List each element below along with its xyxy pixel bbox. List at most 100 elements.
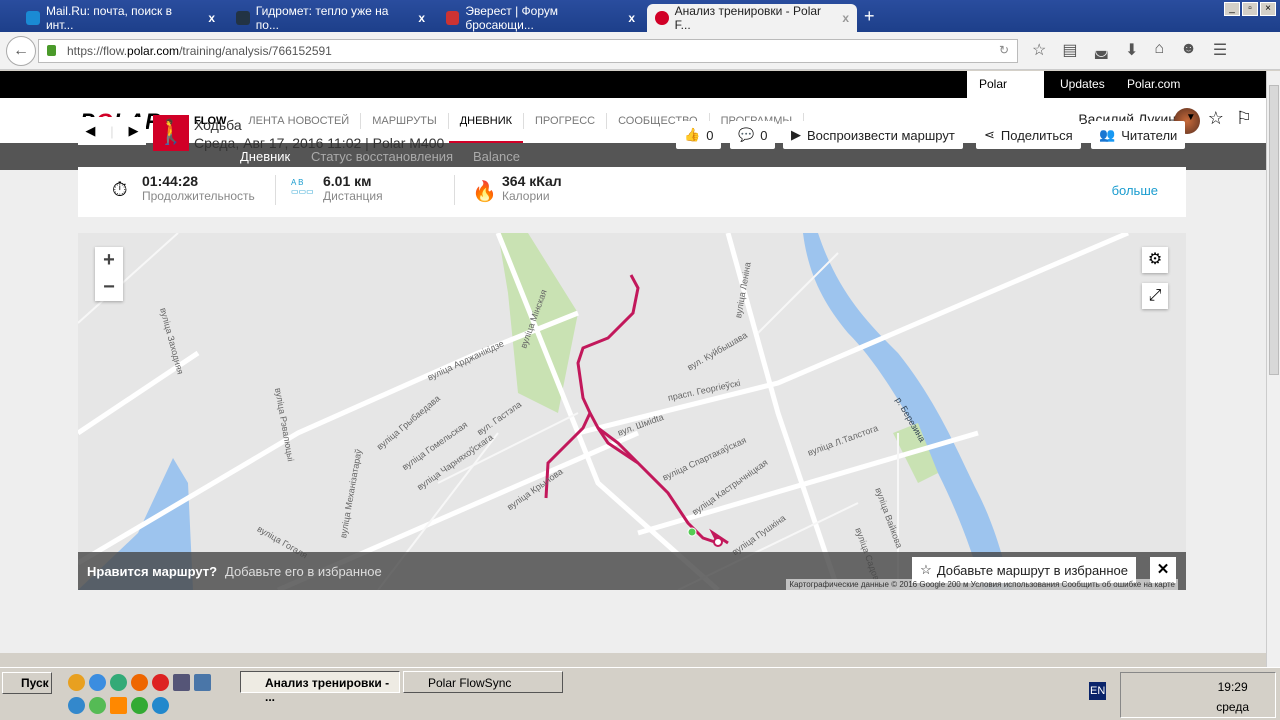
url-text: https://flow. xyxy=(67,44,128,58)
opera-icon[interactable] xyxy=(152,674,169,691)
stopwatch-icon: ⏱ xyxy=(112,179,128,201)
thumbs-up-icon: 👍 xyxy=(684,127,701,142)
route-map[interactable]: вуліца Мінская вуліца Леніна прасп. Геор… xyxy=(78,233,1186,590)
stat-calories: 🔥 364 кКал Калории xyxy=(472,173,562,203)
route-start-marker xyxy=(687,527,697,537)
url-bar[interactable]: https://flow.polar.com/training/analysis… xyxy=(38,39,1018,63)
sport-name: Ходьба xyxy=(194,117,242,133)
tab-polar[interactable]: Анализ тренировки - Polar F... x xyxy=(647,4,857,32)
map-attribution[interactable]: Картографические данные © 2016 Google 20… xyxy=(786,579,1178,590)
player-icon[interactable] xyxy=(131,697,148,714)
readers-button[interactable]: 👥 Читатели xyxy=(1091,121,1186,149)
favorite-question: Нравится маршрут? xyxy=(87,564,218,579)
play-route-label: Воспроизвести маршрут xyxy=(807,127,955,143)
ie-icon[interactable] xyxy=(68,697,85,714)
close-tab-icon[interactable]: x xyxy=(628,11,635,25)
reading-list-icon[interactable]: ▤ xyxy=(1062,40,1077,60)
link-polar-flow[interactable]: Polar Flow xyxy=(967,71,1044,118)
zoom-out-button[interactable]: − xyxy=(95,274,123,301)
close-tab-icon[interactable]: x xyxy=(208,11,215,25)
mailru-icon xyxy=(26,11,40,25)
link-polar-com[interactable]: Polar.com xyxy=(1115,71,1192,98)
comment-icon: 💬 xyxy=(738,127,755,142)
tab-gidromet[interactable]: Гидромет: тепло уже на по... x xyxy=(228,4,433,32)
windows-taskbar: Пуск Анализ тренировки - ... Polar FlowS… xyxy=(0,667,1280,720)
quick-launch-row2 xyxy=(68,697,169,714)
stat-label: Дистанция xyxy=(323,189,383,203)
app-icon[interactable] xyxy=(110,674,127,691)
play-route-button[interactable]: ▶ Воспроизвести маршрут xyxy=(783,121,963,149)
favorite-hint: Добавьте его в избранное xyxy=(225,564,382,579)
comment-button[interactable]: 💬 0 xyxy=(730,121,776,149)
browser-toolbar: ☆ ▤ ◛ ⬇ ⌂ ☻ ☰ xyxy=(1032,40,1227,60)
chrome-icon[interactable] xyxy=(89,674,106,691)
system-tray: 19:29 среда xyxy=(1120,672,1276,718)
maximize-button[interactable]: ▫ xyxy=(1242,2,1258,16)
menu-icon[interactable]: ☰ xyxy=(1213,40,1227,60)
like-count: 0 xyxy=(706,127,714,143)
more-link[interactable]: больше xyxy=(1112,183,1158,198)
vk-icon[interactable] xyxy=(194,674,211,691)
app-icon[interactable] xyxy=(68,674,85,691)
stat-distance: A B ▭▭▭ 6.01 км Дистанция xyxy=(291,173,383,203)
stat-value: 01:44:28 xyxy=(142,173,199,189)
ok-icon[interactable] xyxy=(110,697,127,714)
close-window-button[interactable]: × xyxy=(1260,2,1276,16)
download-icon[interactable]: ⬇ xyxy=(1125,40,1138,60)
app-icon[interactable] xyxy=(89,697,106,714)
ab-label: A B xyxy=(291,178,304,187)
share-button[interactable]: ⋖ Поделиться xyxy=(976,121,1081,149)
clock[interactable]: 19:29 среда xyxy=(1216,680,1249,714)
walking-icon: 🚶 xyxy=(153,115,189,151)
tab-title: Mail.Ru: почта, поиск в инт... xyxy=(45,4,172,32)
browser-tabbar: Mail.Ru: почта, поиск в инт... x Гидромет… xyxy=(0,0,1280,32)
url-domain: polar.com xyxy=(127,44,180,58)
sync-flag-icon[interactable]: ⚐ xyxy=(1236,108,1252,129)
chevron-down-icon[interactable]: ▼ xyxy=(1186,108,1196,129)
language-indicator[interactable]: EN xyxy=(1089,682,1107,700)
clock-day: среда xyxy=(1216,700,1249,714)
link-updates[interactable]: Updates xyxy=(1048,71,1117,98)
new-tab-button[interactable]: + xyxy=(864,6,875,27)
favorite-route-bar: Нравится маршрут? Добавьте его в избранн… xyxy=(78,552,1186,590)
stat-duration: ⏱ 01:44:28 Продолжительность xyxy=(112,173,255,203)
lock-icon xyxy=(47,45,56,56)
training-stats: ⏱ 01:44:28 Продолжительность A B ▭▭▭ 6.01 км… xyxy=(78,167,1186,217)
save-icon[interactable] xyxy=(173,674,190,691)
polar-favicon xyxy=(655,11,669,25)
browser-navbar: ← https://flow.polar.com/training/analys… xyxy=(0,32,1280,70)
close-tab-icon[interactable]: x xyxy=(418,11,425,25)
url-path: /training/analysis/766152591 xyxy=(179,44,332,58)
zoom-in-button[interactable]: + xyxy=(95,247,123,274)
tab-mailru[interactable]: Mail.Ru: почта, поиск в инт... x xyxy=(18,4,223,32)
stat-value: 364 кКал xyxy=(502,173,562,189)
page-scrollbar[interactable] xyxy=(1266,71,1280,667)
firefox-icon[interactable] xyxy=(131,674,148,691)
training-date: Среда, Авг 17, 2016 11:02 | Polar M400 xyxy=(194,135,445,151)
readers-label: Читатели xyxy=(1121,127,1178,143)
next-arrow-icon[interactable]: ▶ xyxy=(129,123,139,139)
app-icon[interactable] xyxy=(152,697,169,714)
home-icon[interactable]: ⌂ xyxy=(1154,40,1164,60)
fullscreen-icon[interactable]: ⤢ xyxy=(1142,283,1168,309)
favorites-star-icon[interactable]: ☆ xyxy=(1208,108,1224,129)
pocket-icon[interactable]: ◛ xyxy=(1093,40,1109,60)
start-button[interactable]: Пуск xyxy=(2,672,52,694)
prev-arrow-icon[interactable]: ◀ xyxy=(85,123,95,139)
minimize-button[interactable]: _ xyxy=(1224,2,1240,16)
people-icon: 👥 xyxy=(1099,127,1116,142)
task-flowsync[interactable]: Polar FlowSync xyxy=(403,671,563,693)
like-button[interactable]: 👍 0 xyxy=(676,121,722,149)
map-settings-gear-icon[interactable]: ⚙ xyxy=(1142,247,1168,273)
back-button[interactable]: ← xyxy=(6,36,36,66)
tab-everest[interactable]: Эверест | Форум бросающи... x xyxy=(438,4,643,32)
bookmark-star-icon[interactable]: ☆ xyxy=(1032,40,1046,60)
star-icon: ☆ xyxy=(920,562,932,577)
task-browser[interactable]: Анализ тренировки - ... xyxy=(240,671,400,704)
everest-icon xyxy=(446,11,460,25)
close-tab-icon[interactable]: x xyxy=(842,11,849,25)
comment-count: 0 xyxy=(760,127,768,143)
reload-icon[interactable]: ↻ xyxy=(999,43,1009,57)
tab-title: Эверест | Форум бросающи... xyxy=(465,4,558,32)
hello-icon[interactable]: ☻ xyxy=(1180,40,1197,60)
